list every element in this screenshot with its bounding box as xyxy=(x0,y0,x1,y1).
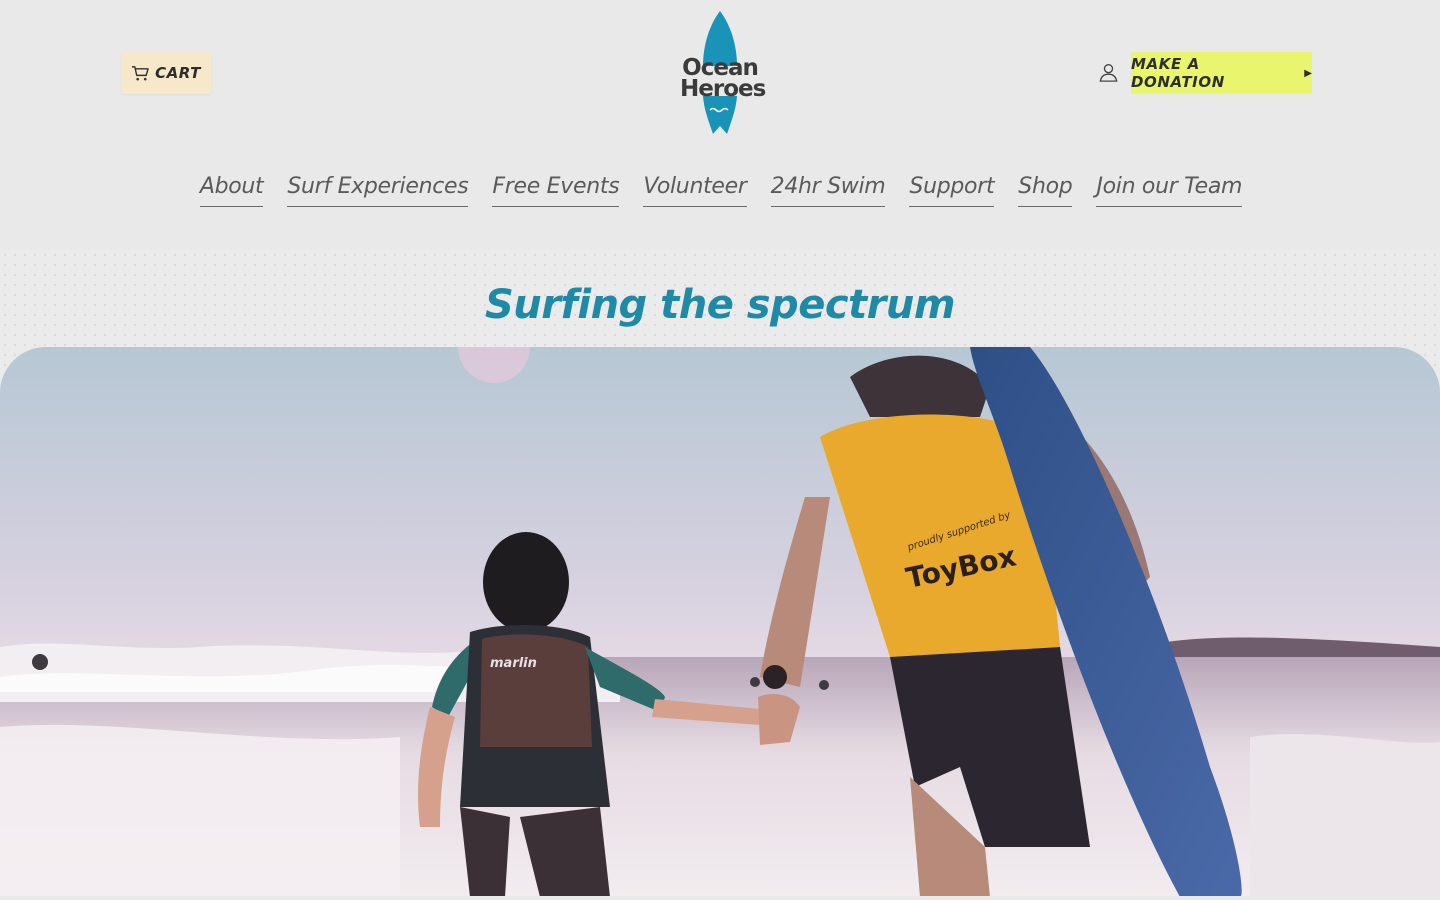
nav-item-surf-experiences[interactable]: Surf Experiences xyxy=(287,168,469,207)
hero-title: Surfing the spectrum xyxy=(484,282,956,328)
site-header: CART Ocean Heroes MAKE A DONATION ▶ Abou… xyxy=(0,0,1440,250)
logo-word-heroes: Heroes xyxy=(680,76,766,102)
cart-button[interactable]: CART xyxy=(121,52,211,94)
donate-label: MAKE A DONATION xyxy=(1131,55,1225,91)
account-icon[interactable] xyxy=(1097,61,1120,84)
chevron-right-icon: ▶ xyxy=(1304,67,1312,79)
make-a-donation-button[interactable]: MAKE A DONATION ▶ xyxy=(1131,52,1312,94)
beach-scene-image: marlin proudly supported by ToyBox xyxy=(0,347,1440,897)
page-bottom-edge xyxy=(0,896,1440,900)
main-nav: About Surf Experiences Free Events Volun… xyxy=(0,168,1440,212)
cart-icon xyxy=(132,65,149,80)
nav-item-24hr-swim[interactable]: 24hr Swim xyxy=(770,168,886,207)
nav-item-volunteer[interactable]: Volunteer xyxy=(643,168,747,207)
nav-item-free-events[interactable]: Free Events xyxy=(492,168,620,207)
nav-item-support[interactable]: Support xyxy=(909,168,995,207)
cart-label: CART xyxy=(155,64,201,82)
ocean-heroes-logo[interactable]: Ocean Heroes xyxy=(680,10,766,136)
hero-photo: marlin proudly supported by ToyBox xyxy=(0,347,1440,897)
vest-text: marlin xyxy=(490,656,537,671)
nav-item-shop[interactable]: Shop xyxy=(1018,168,1073,207)
nav-item-about[interactable]: About xyxy=(199,168,264,207)
nav-item-join-our-team[interactable]: Join our Team xyxy=(1096,168,1242,207)
